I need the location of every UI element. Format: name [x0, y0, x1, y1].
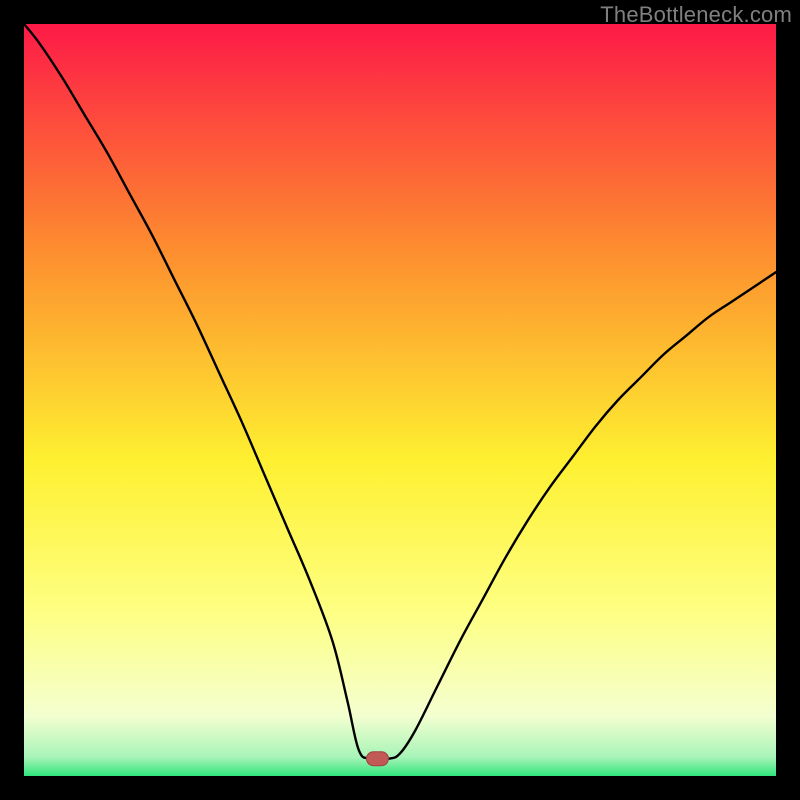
chart-frame: TheBottleneck.com — [0, 0, 800, 800]
plot-area — [24, 24, 776, 776]
min-marker — [366, 752, 388, 766]
gradient-background — [24, 24, 776, 776]
chart-svg — [24, 24, 776, 776]
